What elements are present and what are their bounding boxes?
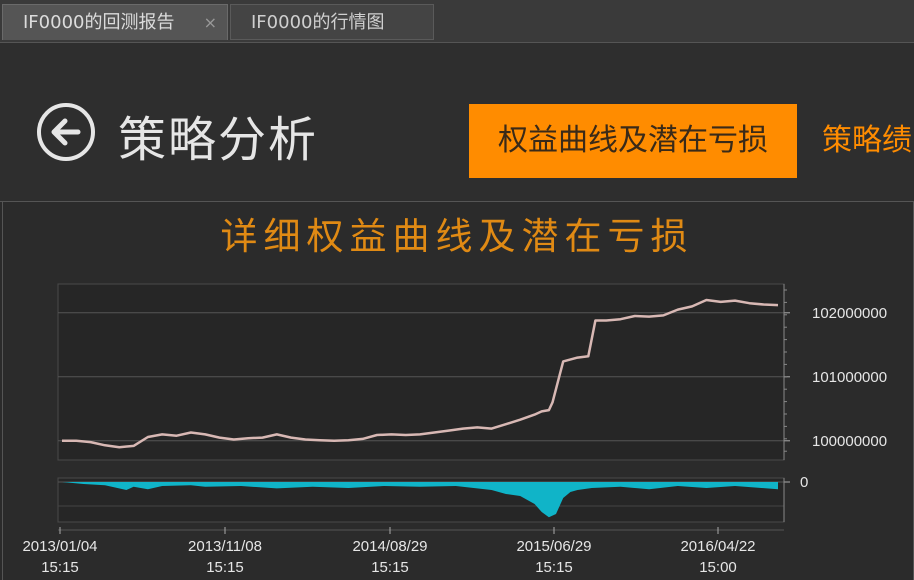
x-tick-label-time: 15:15 [371, 559, 409, 576]
x-tick-label-date: 2015/06/29 [516, 538, 591, 555]
x-tick-label-date: 2014/08/29 [352, 538, 427, 555]
equity-y-tick-label: 100000000 [812, 433, 887, 450]
equity-drawdown-chart: 100000000 101000000 102000000 0 2013/01/04 15… [22, 283, 887, 576]
x-tick-label-time: 15:15 [41, 559, 79, 576]
x-tick-label-date: 2013/01/04 [22, 538, 97, 555]
x-tick-label-time: 15:00 [699, 559, 737, 576]
x-tick-label-date: 2013/11/08 [188, 538, 262, 555]
equity-y-tick-label: 102000000 [812, 305, 887, 322]
x-tick-label-time: 15:15 [206, 559, 244, 576]
x-tick-label-date: 2016/04/22 [680, 538, 755, 555]
equity-y-tick-label: 101000000 [812, 369, 887, 386]
x-tick-label-time: 15:15 [535, 559, 573, 576]
drawdown-y-tick-label: 0 [800, 474, 808, 491]
